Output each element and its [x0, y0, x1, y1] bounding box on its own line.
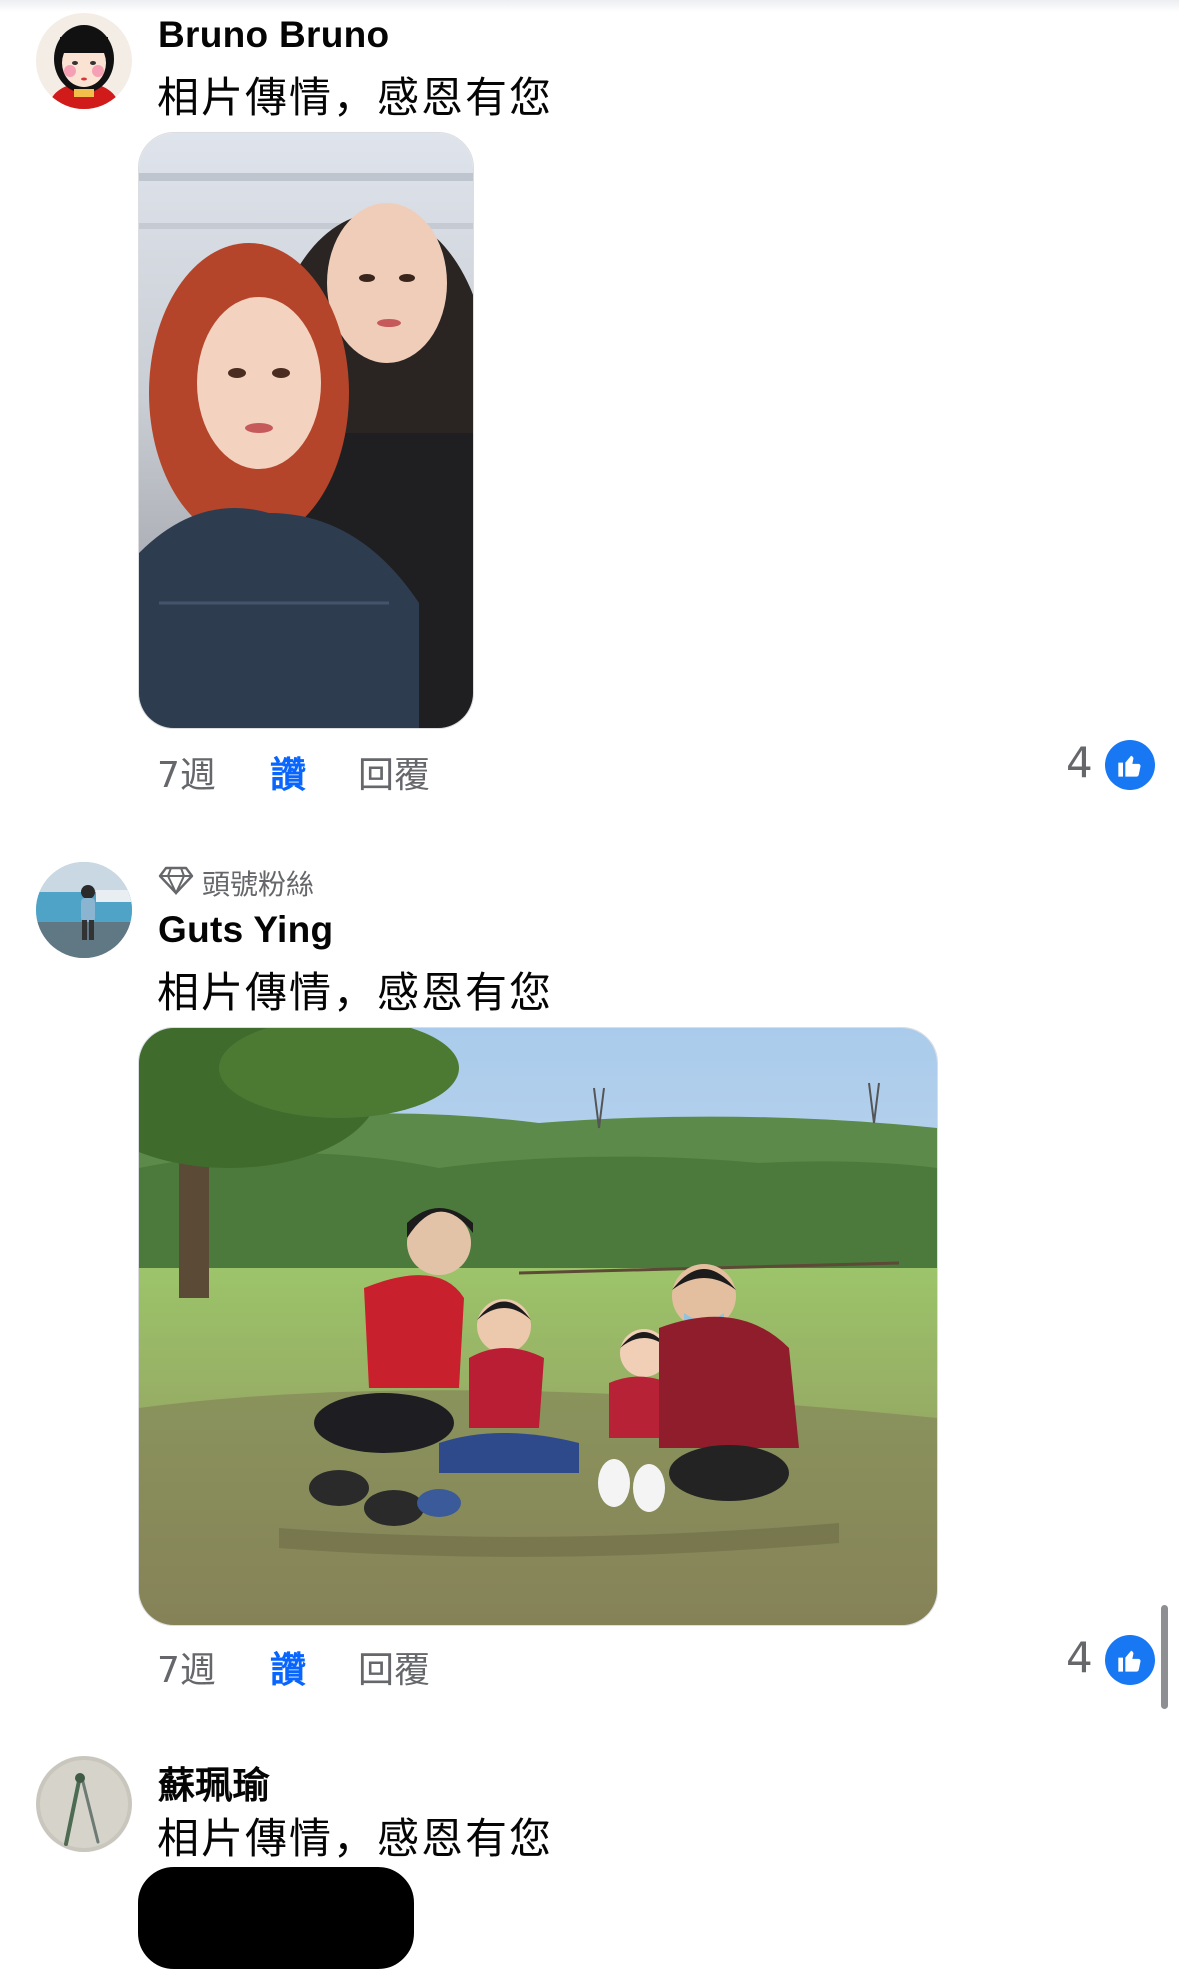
reaction-count[interactable]: 4 [1066, 1633, 1093, 1682]
comment-photo[interactable] [138, 1867, 414, 1969]
like-icon[interactable] [1105, 740, 1155, 790]
avatar[interactable] [36, 1756, 132, 1852]
like-button[interactable]: 讚 [270, 746, 306, 798]
badge-label: 頭號粉絲 [202, 868, 315, 901]
reaction-count[interactable]: 4 [1066, 738, 1093, 787]
comment-author[interactable]: Guts Ying [158, 909, 333, 951]
comment-author[interactable]: Bruno Bruno [158, 14, 389, 56]
comment-text: 相片傳情，感恩有您 [157, 73, 554, 122]
comment-photo[interactable] [138, 1027, 938, 1626]
top-edge [0, 0, 1179, 12]
like-button[interactable]: 讚 [270, 1641, 306, 1693]
diamond-icon [158, 865, 194, 902]
top-fan-badge: 頭號粉絲 [158, 863, 314, 903]
like-icon[interactable] [1105, 1635, 1155, 1685]
comment-time: 7週 [157, 1650, 216, 1691]
comment-text: 相片傳情，感恩有您 [157, 1814, 554, 1863]
comment-time: 7週 [157, 755, 216, 796]
scrollbar[interactable] [1161, 1605, 1168, 1709]
avatar[interactable] [36, 862, 132, 958]
comment-photo[interactable] [138, 132, 474, 729]
reply-button[interactable]: 回覆 [358, 746, 430, 798]
avatar[interactable] [36, 13, 132, 109]
comment-text: 相片傳情，感恩有您 [157, 968, 554, 1017]
comment-author[interactable]: 蘇珮瑜 [158, 1755, 270, 1809]
reply-button[interactable]: 回覆 [358, 1641, 430, 1693]
